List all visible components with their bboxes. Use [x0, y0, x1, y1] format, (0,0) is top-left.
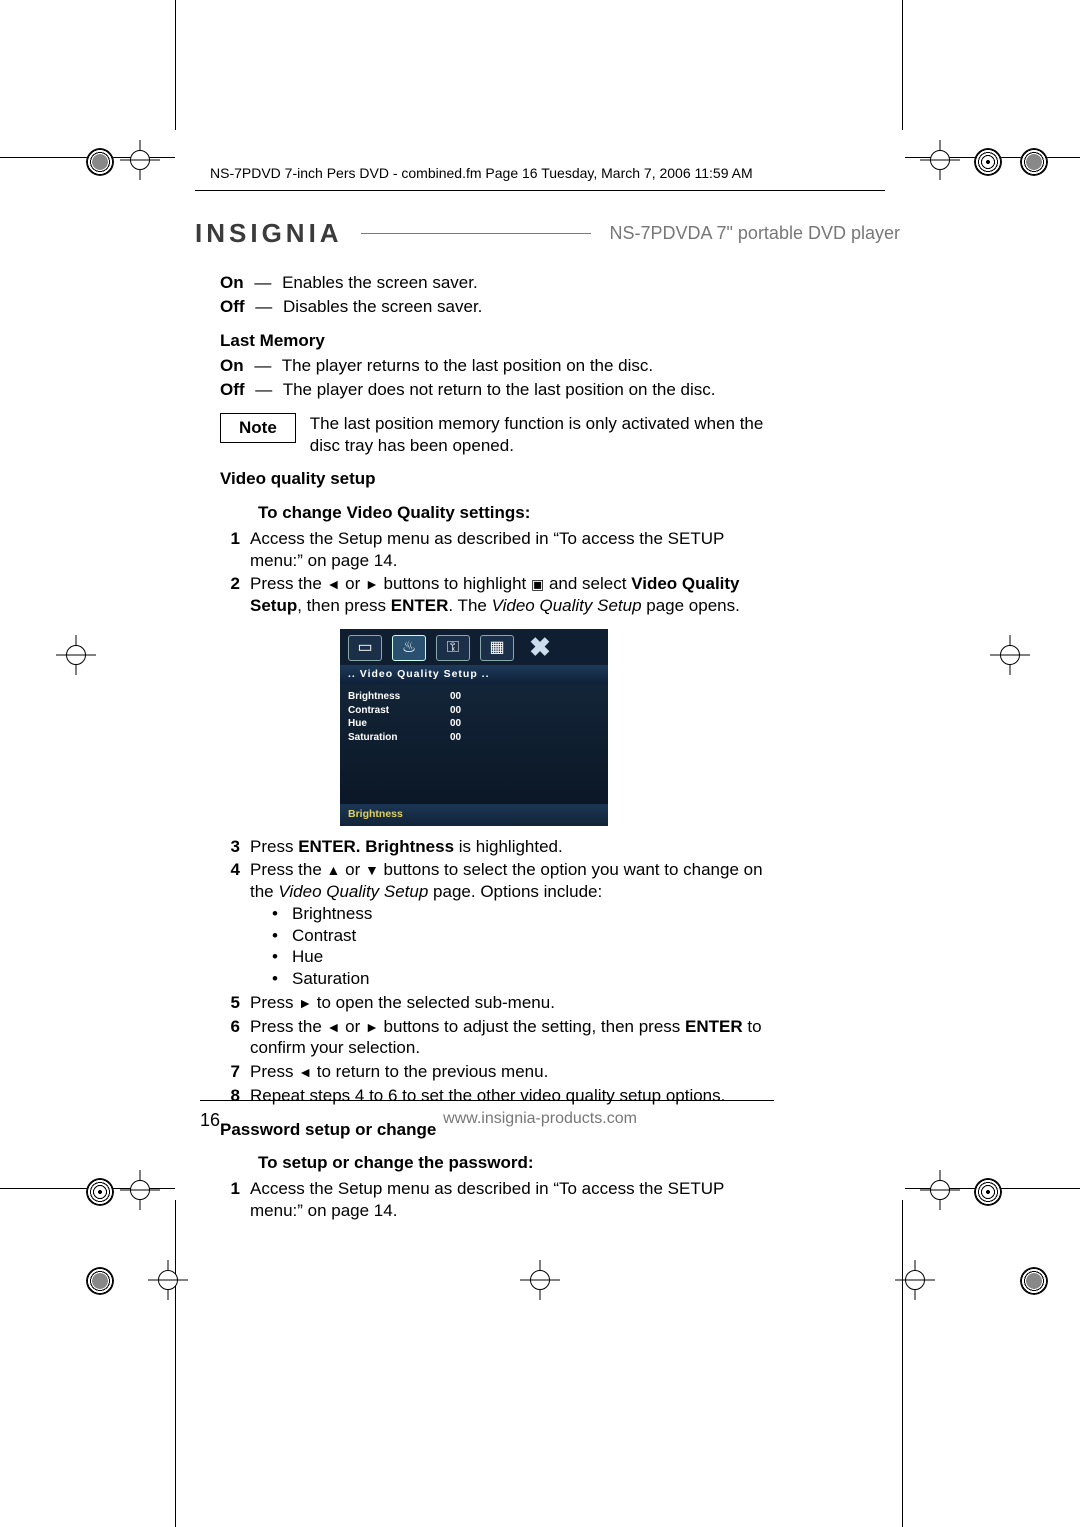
lm-off-label: Off — [220, 380, 245, 399]
osd-screenshot: ▭ ♨ ⚿ ▦ ✖ .. Video Quality Setup .. Brig… — [340, 629, 608, 826]
opt-hue: Hue — [292, 946, 323, 968]
video-icon: ▣ — [531, 576, 544, 594]
ss-off-label: Off — [220, 297, 245, 316]
up-arrow-icon: ▲ — [327, 862, 341, 880]
vq-step-7: Press ◄ to return to the previous menu. — [250, 1061, 780, 1083]
osd-body: Brightness00 Contrast00 Hue00 Saturation… — [340, 684, 608, 804]
opt-contrast: Contrast — [292, 925, 356, 947]
last-memory-heading: Last Memory — [220, 330, 780, 352]
osd-tab-password: ⚿ — [436, 635, 470, 661]
password-subheading: To setup or change the password: — [258, 1152, 780, 1174]
right-arrow-icon: ► — [365, 1019, 379, 1037]
brand-logo: INSIGNIA — [195, 218, 343, 249]
osd-footer: Brightness — [340, 804, 608, 825]
vq-step-5: Press ► to open the selected sub-menu. — [250, 992, 780, 1014]
osd-tab-general: ▭ — [348, 635, 382, 661]
vq-step-3: Press ENTER. Brightness is highlighted. — [250, 836, 780, 858]
osd-row: Contrast00 — [348, 704, 600, 718]
manual-page: NS-7PDVD 7-inch Pers DVD - combined.fm P… — [0, 0, 1080, 1527]
osd-tab-video: ♨ — [392, 635, 426, 661]
emdash-icon: — — [249, 380, 278, 399]
left-arrow-icon: ◄ — [298, 1064, 312, 1082]
left-arrow-icon: ◄ — [327, 576, 341, 594]
body-copy: On — Enables the screen saver. Off — Dis… — [220, 272, 780, 1224]
video-quality-subheading: To change Video Quality settings: — [258, 502, 780, 524]
vq-step-4: Press the ▲ or ▼ buttons to select the o… — [250, 859, 780, 990]
emdash-icon: — — [248, 356, 277, 375]
video-quality-heading: Video quality setup — [220, 468, 780, 490]
lm-off-text: The player does not return to the last p… — [283, 380, 716, 399]
note-label: Note — [220, 413, 296, 443]
opt-saturation: Saturation — [292, 968, 370, 990]
framemaker-header: NS-7PDVD 7-inch Pers DVD - combined.fm P… — [210, 165, 753, 181]
osd-title: .. Video Quality Setup .. — [340, 665, 608, 684]
right-arrow-icon: ► — [298, 995, 312, 1013]
vq-step-8: Repeat steps 4 to 6 to set the other vid… — [250, 1085, 780, 1107]
osd-tab-exit: ✖ — [524, 636, 556, 660]
footer-url: www.insignia-products.com — [0, 1110, 1080, 1128]
vq-step-6: Press the ◄ or ► buttons to adjust the s… — [250, 1016, 780, 1060]
osd-row: Brightness00 — [348, 690, 600, 704]
osd-row: Hue00 — [348, 717, 600, 731]
note-text: The last position memory function is onl… — [310, 413, 780, 457]
right-arrow-icon: ► — [365, 576, 379, 594]
down-arrow-icon: ▼ — [365, 862, 379, 880]
product-title: NS-7PDVDA 7" portable DVD player — [609, 223, 900, 244]
osd-tab-preference: ▦ — [480, 635, 514, 661]
pw-step-1: Access the Setup menu as described in “T… — [250, 1178, 780, 1222]
opt-brightness: Brightness — [292, 903, 372, 925]
osd-row: Saturation00 — [348, 731, 600, 745]
ss-on-text: Enables the screen saver. — [282, 273, 478, 292]
emdash-icon: — — [249, 297, 278, 316]
ss-on-label: On — [220, 273, 244, 292]
emdash-icon: — — [248, 273, 277, 292]
lm-on-label: On — [220, 356, 244, 375]
vq-step-2: Press the ◄ or ► buttons to highlight ▣ … — [250, 573, 780, 617]
vq-step-1: Access the Setup menu as described in “T… — [250, 528, 780, 572]
left-arrow-icon: ◄ — [327, 1019, 341, 1037]
ss-off-text: Disables the screen saver. — [283, 297, 482, 316]
lm-on-text: The player returns to the last position … — [282, 356, 653, 375]
